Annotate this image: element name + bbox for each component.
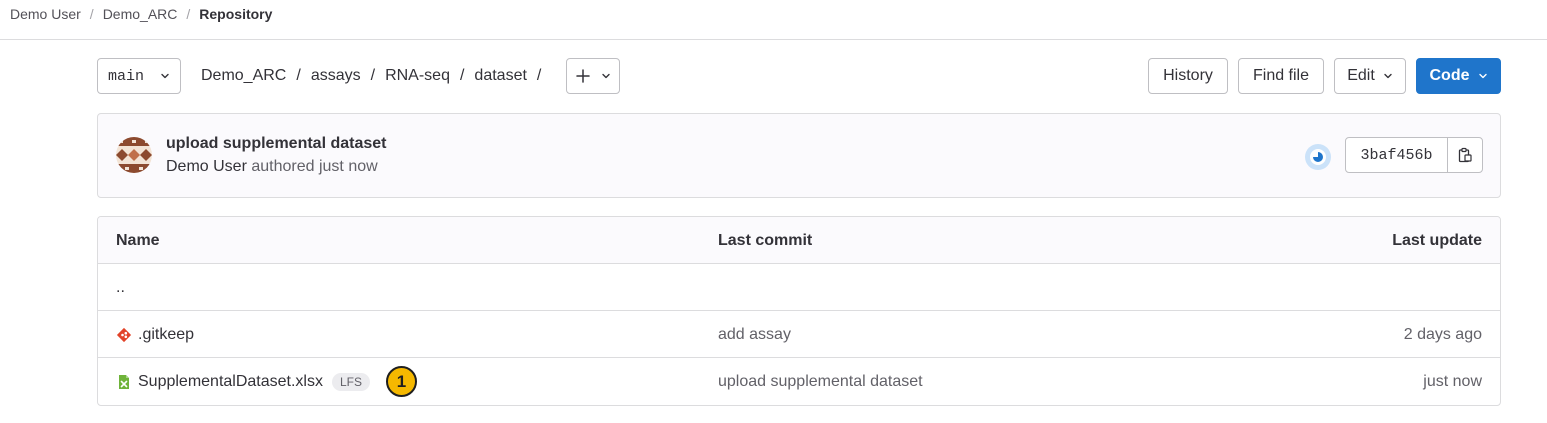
breadcrumb-item-project[interactable]: Demo_ARC bbox=[103, 6, 178, 22]
file-last-update: just now bbox=[1423, 372, 1482, 390]
top-bar: Demo User / Demo_ARC / Repository bbox=[0, 0, 1547, 40]
file-path-breadcrumb: Demo_ARC / assays / RNA-seq / dataset / bbox=[201, 67, 551, 85]
path-separator: / bbox=[536, 67, 542, 84]
path-segment-project[interactable]: Demo_ARC bbox=[201, 67, 286, 85]
header-last-commit: Last commit bbox=[718, 231, 813, 249]
path-segment-dataset[interactable]: dataset bbox=[474, 67, 526, 85]
header-name: Name bbox=[116, 231, 160, 249]
edit-label: Edit bbox=[1347, 67, 1375, 84]
history-button[interactable]: History bbox=[1148, 58, 1228, 94]
last-commit-panel: upload supplemental dataset Demo User au… bbox=[97, 113, 1501, 198]
branch-name: main bbox=[108, 67, 145, 85]
plus-icon bbox=[576, 69, 591, 83]
path-separator: / bbox=[459, 67, 465, 84]
breadcrumb-item-current[interactable]: Repository bbox=[199, 6, 272, 22]
find-file-button[interactable]: Find file bbox=[1238, 58, 1324, 94]
repository-toolbar: main Demo_ARC / assays / RNA-seq / datas… bbox=[97, 58, 1501, 94]
code-label: Code bbox=[1429, 67, 1470, 84]
table-row[interactable]: .gitkeep add assay 2 days ago bbox=[98, 311, 1500, 358]
clipboard-icon bbox=[1458, 147, 1472, 163]
edit-dropdown-button[interactable]: Edit bbox=[1334, 58, 1406, 94]
commit-sha[interactable]: 3baf456b bbox=[1346, 138, 1448, 172]
commit-author[interactable]: Demo User bbox=[166, 158, 247, 175]
file-name-link[interactable]: SupplementalDataset.xlsx bbox=[138, 373, 323, 391]
avatar[interactable] bbox=[116, 137, 152, 173]
file-name-cell: SupplementalDataset.xlsx LFS 1 bbox=[116, 358, 417, 405]
pipeline-status-icon[interactable] bbox=[1304, 143, 1332, 171]
spreadsheet-file-icon bbox=[119, 374, 129, 389]
table-row[interactable]: SupplementalDataset.xlsx LFS 1 upload su… bbox=[98, 358, 1500, 405]
parent-directory-link[interactable]: .. bbox=[116, 264, 125, 311]
path-segment-assays[interactable]: assays bbox=[311, 67, 361, 85]
commit-authored-time: authored just now bbox=[251, 158, 378, 175]
file-last-commit[interactable]: upload supplemental dataset bbox=[718, 358, 923, 405]
breadcrumb: Demo User / Demo_ARC / Repository bbox=[10, 6, 272, 22]
branch-selector[interactable]: main bbox=[97, 58, 181, 94]
breadcrumb-separator: / bbox=[186, 6, 191, 22]
add-to-tree-button[interactable] bbox=[566, 58, 621, 94]
git-file-icon bbox=[116, 327, 132, 342]
file-last-commit[interactable]: add assay bbox=[718, 311, 791, 358]
commit-title[interactable]: upload supplemental dataset bbox=[166, 135, 386, 153]
chevron-down-icon bbox=[602, 73, 611, 79]
code-dropdown-button[interactable]: Code bbox=[1416, 58, 1501, 94]
file-name-cell: .gitkeep bbox=[116, 311, 194, 358]
avatar-pattern-icon bbox=[116, 137, 152, 173]
file-last-update: 2 days ago bbox=[1403, 325, 1482, 343]
commit-meta: Demo User authored just now bbox=[166, 158, 378, 176]
header-last-update: Last update bbox=[1392, 231, 1482, 249]
commit-sha-group: 3baf456b bbox=[1345, 137, 1483, 173]
file-tree-table: Name Last commit Last update .. .gitkeep… bbox=[97, 216, 1501, 406]
path-separator: / bbox=[370, 67, 376, 84]
file-name-link[interactable]: .gitkeep bbox=[138, 326, 194, 344]
chevron-down-icon bbox=[1478, 73, 1487, 79]
callout-marker: 1 bbox=[386, 366, 417, 397]
breadcrumb-item-user[interactable]: Demo User bbox=[10, 6, 81, 22]
copy-sha-button[interactable] bbox=[1448, 138, 1482, 172]
chevron-down-icon bbox=[1384, 73, 1392, 79]
path-separator: / bbox=[296, 67, 301, 84]
lfs-badge: LFS bbox=[331, 372, 370, 391]
path-segment-rna-seq[interactable]: RNA-seq bbox=[385, 67, 450, 85]
parent-directory-row[interactable]: .. bbox=[98, 264, 1500, 311]
table-header-row: Name Last commit Last update bbox=[98, 217, 1500, 264]
chevron-down-icon bbox=[161, 73, 169, 79]
toolbar-actions: History Find file Edit Code bbox=[1148, 58, 1501, 94]
breadcrumb-separator: / bbox=[89, 6, 94, 22]
